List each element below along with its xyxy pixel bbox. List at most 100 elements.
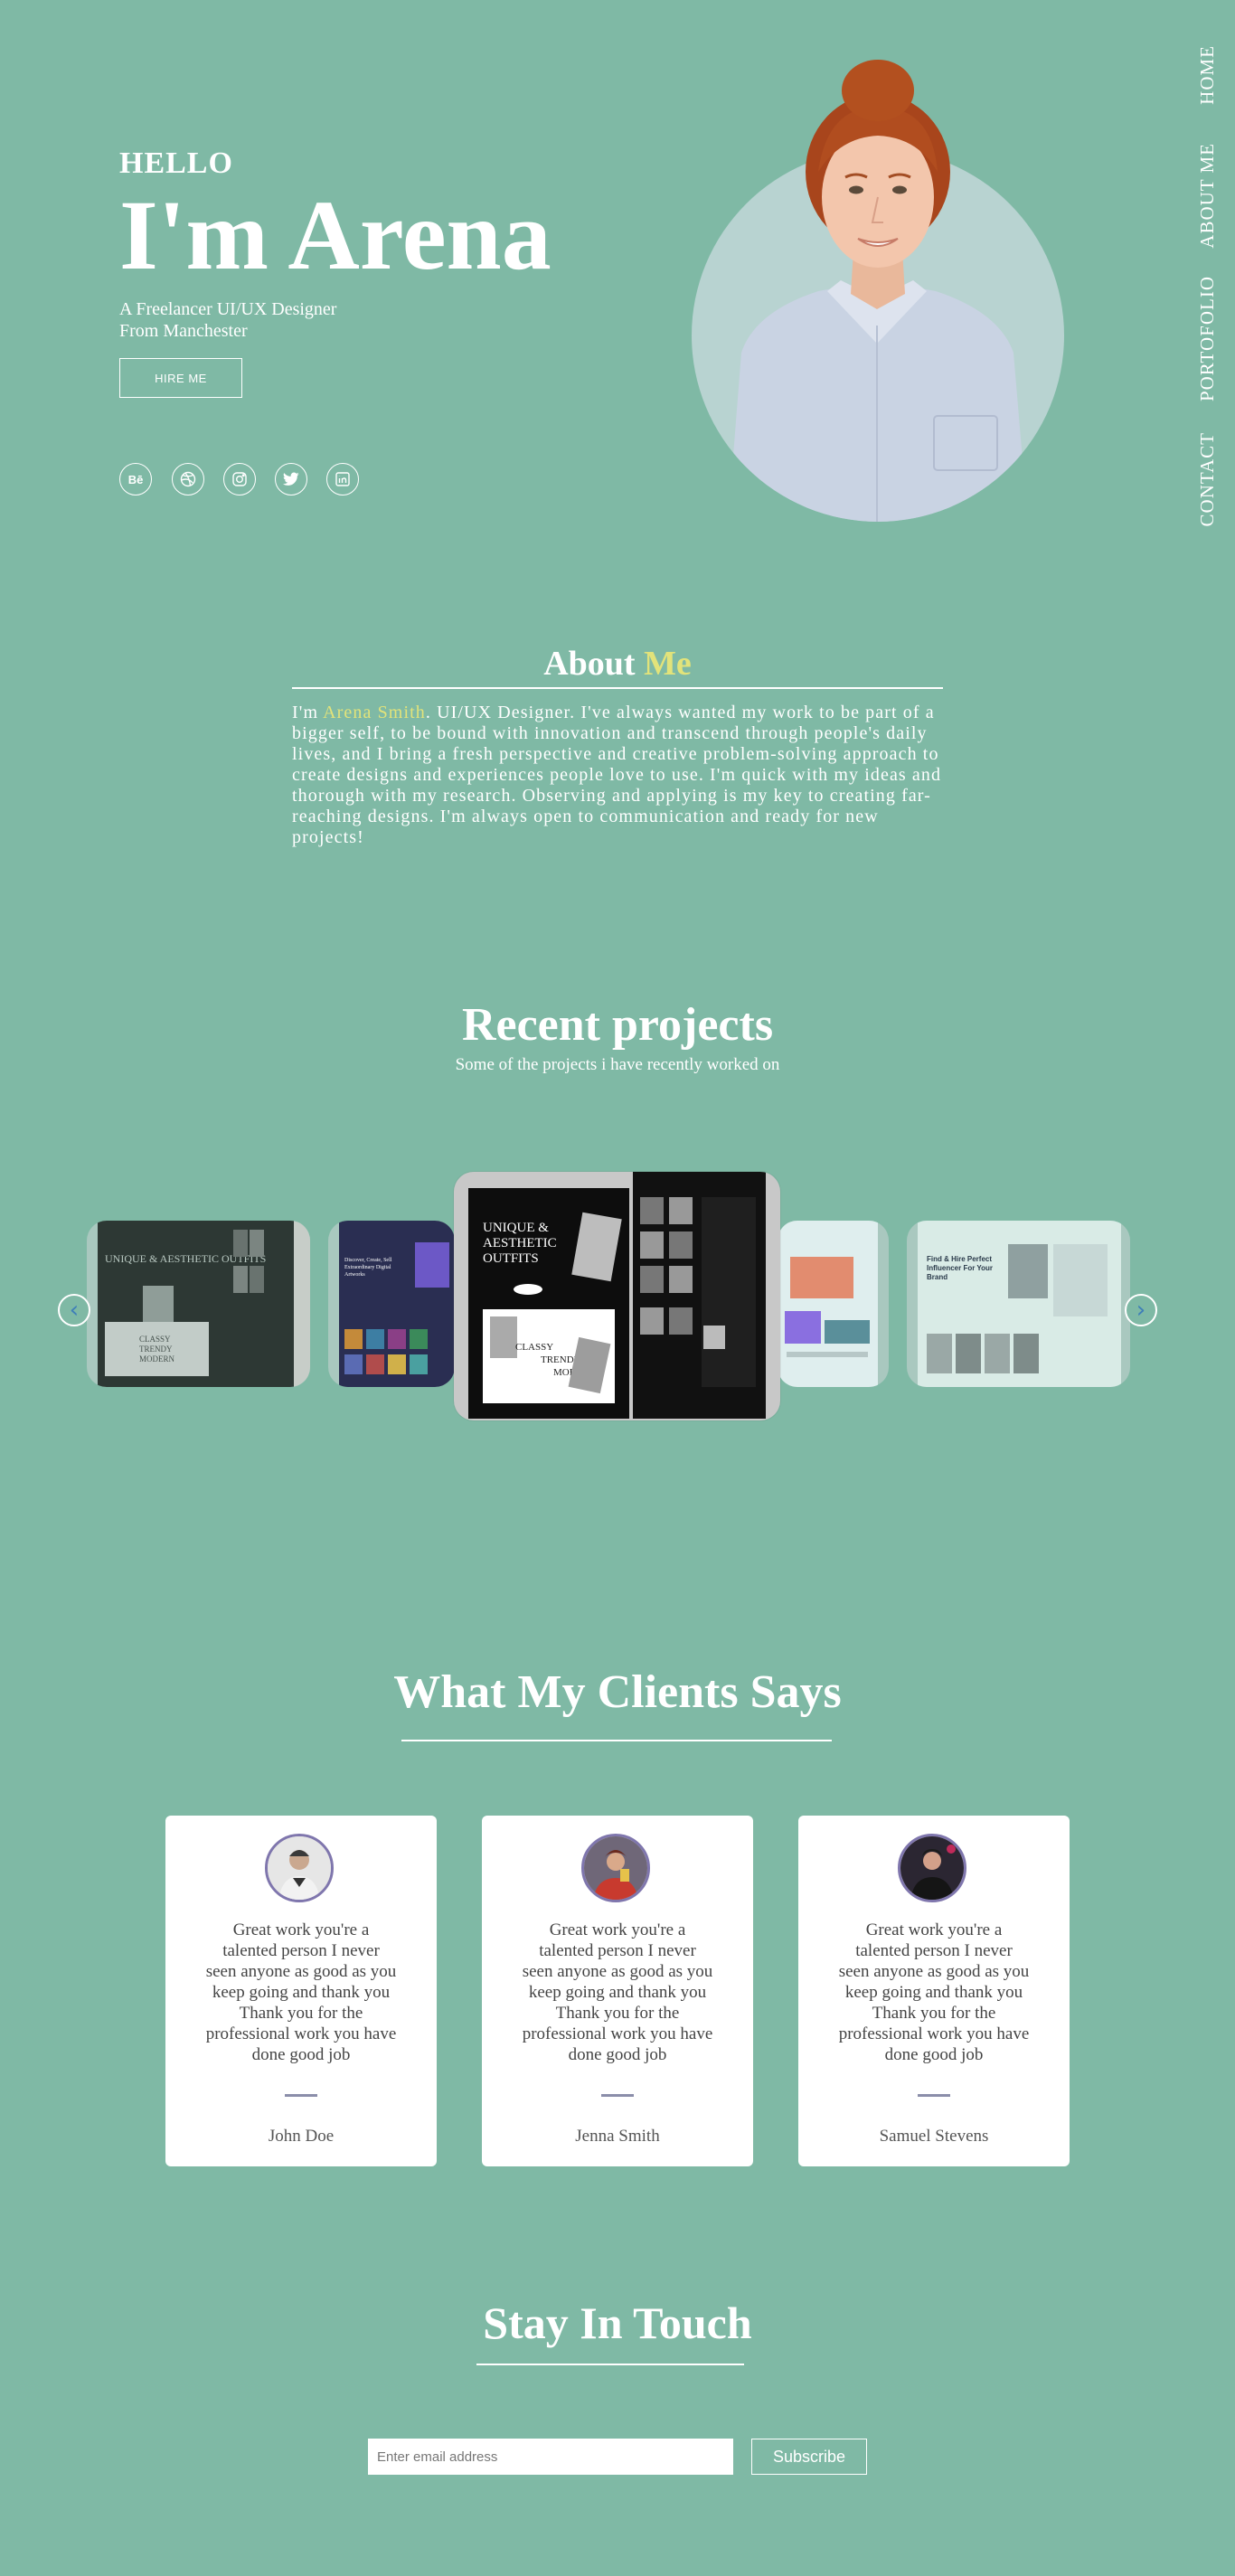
- about-highlight-name: Arena Smith: [323, 703, 426, 722]
- project-thumb: [669, 1231, 693, 1259]
- nav-about-me[interactable]: ABOUT ME: [1196, 143, 1219, 249]
- project-photo: [571, 1212, 622, 1282]
- project-collage: [1008, 1244, 1048, 1298]
- project-screenshot: UNIQUE & AESTHETIC OUTFITS CLASSY TRENDY…: [98, 1221, 294, 1387]
- project-photo: [490, 1316, 517, 1358]
- testimonial-divider: [285, 2094, 317, 2097]
- hero-greeting: HELLO: [119, 146, 233, 180]
- testimonial-card: Great work you're a talented person I ne…: [482, 1816, 753, 2166]
- twitter-icon[interactable]: [275, 463, 307, 495]
- about-title-accent: Me: [644, 645, 692, 683]
- project-sub1: CLASSY: [515, 1342, 554, 1353]
- testimonial-card: Great work you're a talented person I ne…: [165, 1816, 437, 2166]
- dribbble-icon[interactable]: [172, 463, 204, 495]
- project-card-2[interactable]: Discover, Create, Sell Extraordinary Dig…: [328, 1221, 455, 1387]
- linkedin-icon[interactable]: [326, 463, 359, 495]
- project-thumb: [640, 1266, 664, 1293]
- project-tile: [388, 1329, 406, 1349]
- testimonial-card: Great work you're a talented person I ne…: [798, 1816, 1070, 2166]
- testimonial-name: Samuel Stevens: [879, 2127, 989, 2146]
- nav-home[interactable]: HOME: [1196, 45, 1219, 105]
- project-panel: CLASSY TRENDY MODERN: [105, 1322, 209, 1376]
- project-art: [415, 1242, 449, 1288]
- project-photo: [703, 1326, 725, 1349]
- about-title: About Me: [292, 644, 943, 684]
- project-tile: [366, 1329, 384, 1349]
- project-screenshot: Find & Hire Perfect Influencer For Your …: [918, 1221, 1121, 1387]
- hero-subtitle-line2: From Manchester: [119, 321, 248, 341]
- testimonial-quote: Great work you're a talented person I ne…: [205, 1920, 397, 2064]
- project-heading: UNIQUE & AESTHETIC OUTFITS: [483, 1221, 557, 1266]
- project-panel: [1053, 1244, 1108, 1316]
- testimonials-title: What My Clients Says: [393, 1666, 842, 1718]
- project-screenshot-2: [633, 1172, 766, 1419]
- project-tile: [388, 1354, 406, 1374]
- project-thumb: [669, 1197, 693, 1224]
- avatar: [581, 1834, 650, 1902]
- project-thumb: [250, 1230, 264, 1257]
- project-panel: [825, 1320, 870, 1344]
- carousel-prev-button[interactable]: ‹: [58, 1294, 90, 1326]
- vertical-nav: HOME ABOUT ME PORTOFOLIO CONTACT: [1195, 45, 1219, 552]
- project-panel: CLASSY TRENDY MODERN: [483, 1309, 615, 1403]
- about-title-main: About: [543, 645, 636, 683]
- carousel-next-button[interactable]: ›: [1125, 1294, 1157, 1326]
- testimonial-divider: [918, 2094, 950, 2097]
- project-tile: [344, 1354, 363, 1374]
- project-tile: [366, 1354, 384, 1374]
- avatar: [898, 1834, 966, 1902]
- project-thumb: [1013, 1334, 1039, 1373]
- project-card-featured[interactable]: UNIQUE & AESTHETIC OUTFITS CLASSY TRENDY…: [454, 1172, 780, 1420]
- project-line: [787, 1352, 868, 1357]
- hire-me-button[interactable]: HIRE ME: [119, 358, 242, 398]
- project-thumb: [956, 1334, 981, 1373]
- avatar: [265, 1834, 334, 1902]
- project-sub: CLASSY TRENDY MODERN: [139, 1335, 175, 1363]
- chevron-left-icon: ‹: [69, 1297, 80, 1324]
- hero-name: I'm Arena: [119, 180, 552, 290]
- testimonial-name: Jenna Smith: [575, 2127, 660, 2146]
- email-field[interactable]: [368, 2439, 733, 2475]
- project-thumb: [669, 1307, 693, 1335]
- project-tile: [410, 1329, 428, 1349]
- project-card-1[interactable]: UNIQUE & AESTHETIC OUTFITS CLASSY TRENDY…: [87, 1221, 310, 1387]
- contact-divider: [476, 2364, 744, 2365]
- project-thumb: [233, 1230, 248, 1257]
- avatar-image: [584, 1836, 647, 1900]
- about-text: I'm Arena Smith. UI/UX Designer. I've al…: [292, 703, 945, 848]
- subscribe-button[interactable]: Subscribe: [751, 2439, 867, 2475]
- projects-title: Recent projects: [461, 999, 774, 1051]
- project-badge: [514, 1284, 542, 1295]
- project-panel: [785, 1311, 821, 1344]
- project-screenshot: Discover, Create, Sell Extraordinary Dig…: [339, 1221, 455, 1387]
- hero-subtitle: A Freelancer UI/UX Designer From Manches…: [119, 298, 336, 342]
- hero-subtitle-line1: A Freelancer UI/UX Designer: [119, 299, 337, 319]
- project-tile: [344, 1329, 363, 1349]
- project-thumb: [250, 1266, 264, 1293]
- behance-icon[interactable]: Bē: [119, 463, 152, 495]
- testimonials-divider: [401, 1740, 832, 1741]
- project-tile: [410, 1354, 428, 1374]
- project-thumb: [669, 1266, 693, 1293]
- project-card-5[interactable]: Find & Hire Perfect Influencer For Your …: [907, 1221, 1130, 1387]
- project-side: [294, 1221, 310, 1387]
- portrait-image: [692, 60, 1064, 522]
- project-screenshot: UNIQUE & AESTHETIC OUTFITS CLASSY TRENDY…: [468, 1188, 629, 1419]
- project-heading: Find & Hire Perfect Influencer For Your …: [927, 1255, 994, 1281]
- about-divider: [292, 687, 943, 689]
- nav-portfolio[interactable]: PORTOFOLIO: [1196, 276, 1219, 401]
- project-thumb: [233, 1266, 248, 1293]
- instagram-icon[interactable]: [223, 463, 256, 495]
- testimonial-divider: [601, 2094, 634, 2097]
- avatar-image: [900, 1836, 964, 1900]
- project-heading: Discover, Create, Sell Extraordinary Dig…: [344, 1258, 392, 1278]
- testimonial-quote: Great work you're a talented person I ne…: [838, 1920, 1030, 2064]
- nav-contact[interactable]: CONTACT: [1196, 432, 1219, 526]
- project-panel: [702, 1197, 756, 1387]
- testimonial-quote: Great work you're a talented person I ne…: [522, 1920, 713, 2064]
- avatar-image: [268, 1836, 331, 1900]
- about-text-body: . UI/UX Designer. I've always wanted my …: [292, 703, 942, 847]
- project-thumb: [640, 1197, 664, 1224]
- project-card-4[interactable]: [778, 1221, 889, 1387]
- project-thumb: [640, 1231, 664, 1259]
